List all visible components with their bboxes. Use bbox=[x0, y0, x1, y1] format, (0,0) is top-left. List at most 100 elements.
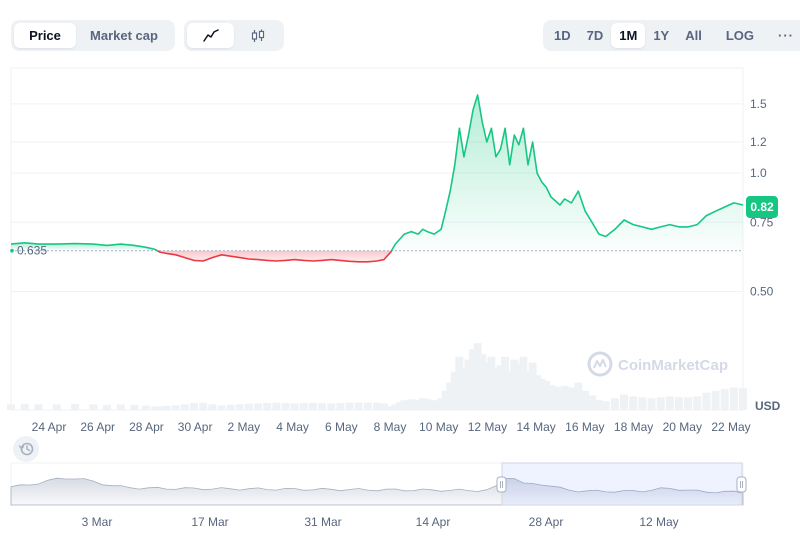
volume-bars bbox=[7, 343, 747, 410]
volume-bar bbox=[594, 400, 603, 410]
x-tick-label: 14 May bbox=[516, 420, 555, 434]
x-tick-label: 16 May bbox=[565, 420, 604, 434]
volume-bar bbox=[155, 406, 164, 410]
volume-bar bbox=[141, 405, 150, 410]
x-tick-label: 8 May bbox=[374, 420, 407, 434]
x-tick-label: 24 Apr bbox=[32, 420, 67, 434]
volume-bar bbox=[272, 402, 281, 410]
watermark: CoinMarketCap bbox=[587, 351, 728, 377]
volume-bar bbox=[171, 405, 180, 410]
volume-bar bbox=[373, 402, 381, 410]
volume-bar bbox=[354, 402, 363, 410]
navigator-tick-label: 31 Mar bbox=[304, 515, 341, 529]
x-axis: 24 Apr 26 Apr 28 Apr 30 Apr 2 May 4 May 6 May 8… bbox=[32, 420, 751, 434]
navigator-selection[interactable] bbox=[501, 462, 743, 506]
volume-bar bbox=[318, 403, 327, 410]
volume-bar bbox=[217, 405, 226, 410]
volume-bar bbox=[560, 385, 569, 410]
volume-bar bbox=[620, 394, 629, 410]
x-tick-label: 4 May bbox=[276, 420, 309, 434]
volume-bar bbox=[581, 390, 590, 410]
volume-bar bbox=[363, 402, 372, 410]
volume-bar bbox=[235, 404, 244, 410]
x-tick-label: 6 May bbox=[325, 420, 358, 434]
x-tick-label: 30 Apr bbox=[178, 420, 213, 434]
volume-bar bbox=[20, 403, 29, 410]
current-price-label: 0.82 bbox=[750, 200, 774, 214]
y-tick-label: 1.2 bbox=[750, 135, 767, 149]
baseline-marker bbox=[10, 248, 14, 253]
y-tick-label: 0.50 bbox=[750, 285, 774, 299]
navigator-right-handle[interactable] bbox=[736, 476, 747, 493]
volume-bar bbox=[400, 400, 409, 410]
volume-bar bbox=[327, 403, 336, 410]
volume-bar bbox=[103, 404, 112, 410]
volume-bar bbox=[693, 396, 702, 410]
x-tick-label: 20 May bbox=[663, 420, 702, 434]
volume-bar bbox=[345, 402, 354, 410]
x-tick-label: 28 Apr bbox=[129, 420, 164, 434]
volume-bar bbox=[162, 405, 171, 410]
volume-bar bbox=[629, 396, 638, 410]
volume-bar bbox=[299, 403, 308, 410]
watermark-text: CoinMarketCap bbox=[618, 357, 728, 374]
volume-bar bbox=[130, 404, 139, 410]
baseline-label: 0.635 bbox=[17, 244, 47, 258]
price-chart[interactable]: 1.51.21.00.750.50 24 Apr 26 Apr 28 Apr 30 A… bbox=[0, 0, 800, 537]
volume-bar bbox=[739, 388, 747, 410]
volume-bar bbox=[254, 403, 263, 410]
volume-bar bbox=[574, 382, 583, 410]
volume-bar bbox=[684, 397, 693, 410]
volume-bar bbox=[601, 401, 610, 410]
volume-bar bbox=[290, 403, 299, 410]
volume-bar bbox=[711, 390, 720, 410]
navigator-tick-label: 28 Apr bbox=[529, 515, 564, 529]
navigator-tick-label: 14 Apr bbox=[416, 515, 451, 529]
x-tick-label: 18 May bbox=[614, 420, 653, 434]
volume-bar bbox=[588, 395, 597, 410]
volume-bar bbox=[674, 397, 683, 410]
volume-bar bbox=[665, 396, 674, 410]
volume-bar bbox=[226, 404, 235, 410]
volume-bar bbox=[281, 403, 290, 410]
volume-bar bbox=[407, 399, 416, 410]
volume-bar bbox=[34, 404, 43, 410]
x-tick-label: 22 May bbox=[711, 420, 750, 434]
volume-bar bbox=[308, 402, 317, 410]
x-tick-label: 12 May bbox=[468, 420, 507, 434]
navigator-tick-label: 17 Mar bbox=[191, 515, 228, 529]
volume-bar bbox=[89, 404, 98, 410]
volume-bar bbox=[199, 402, 208, 410]
volume-bar bbox=[430, 400, 439, 410]
volume-bar bbox=[647, 398, 656, 410]
volume-bar bbox=[567, 387, 576, 410]
price-area-fill bbox=[11, 95, 743, 262]
volume-bar bbox=[52, 404, 61, 410]
volume-bar bbox=[190, 403, 198, 410]
volume-bar bbox=[71, 404, 80, 410]
volume-bar bbox=[720, 389, 729, 410]
volume-bar bbox=[729, 387, 738, 410]
volume-bar bbox=[208, 404, 217, 410]
y-tick-label: 1.5 bbox=[750, 97, 767, 111]
volume-bar bbox=[180, 404, 189, 410]
x-tick-label: 2 May bbox=[228, 420, 261, 434]
volume-bar bbox=[7, 404, 15, 410]
history-button[interactable] bbox=[13, 436, 39, 462]
volume-bar bbox=[244, 403, 253, 410]
volume-bar bbox=[423, 399, 432, 410]
x-tick-label: 10 May bbox=[419, 420, 458, 434]
currency-label: USD bbox=[755, 399, 781, 413]
y-tick-label: 1.0 bbox=[750, 166, 767, 180]
navigator-tick-label: 3 Mar bbox=[82, 515, 113, 529]
volume-bar bbox=[336, 403, 345, 410]
range-navigator[interactable]: 3 Mar 17 Mar 31 Mar 14 Apr 28 Apr 12 May bbox=[10, 462, 747, 529]
volume-bar bbox=[116, 404, 125, 410]
volume-bar bbox=[610, 398, 619, 410]
navigator-tick-label: 12 May bbox=[639, 515, 678, 529]
navigator-x-axis: 3 Mar 17 Mar 31 Mar 14 Apr 28 Apr 12 May bbox=[82, 515, 679, 529]
volume-bar bbox=[379, 403, 388, 410]
navigator-left-handle[interactable] bbox=[496, 476, 507, 493]
volume-bar bbox=[263, 403, 272, 410]
x-tick-label: 26 Apr bbox=[80, 420, 115, 434]
